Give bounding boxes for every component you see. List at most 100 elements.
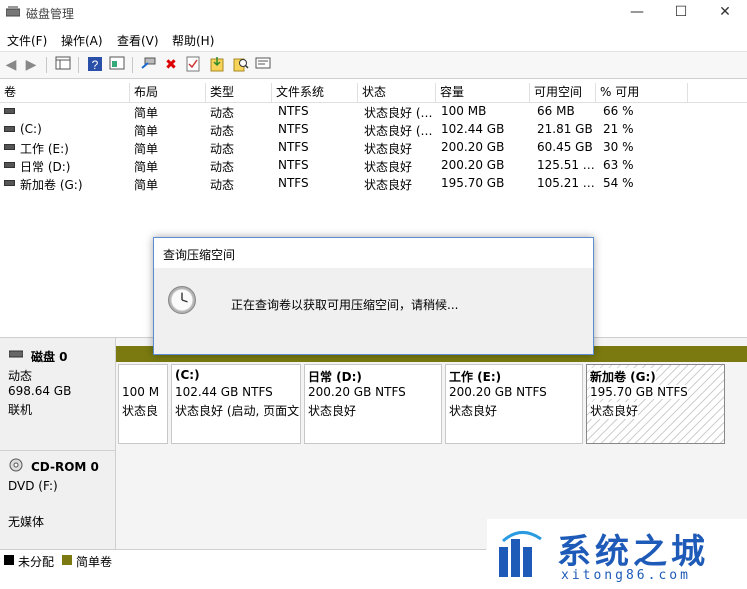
settings-icon[interactable] xyxy=(254,56,272,74)
volume-cell: 21.81 GB xyxy=(537,122,593,136)
partition-size: 200.20 GB NTFS xyxy=(308,385,406,399)
legend-simple-label: 简单卷 xyxy=(76,555,113,569)
menu-help[interactable]: 帮助(H) xyxy=(172,32,214,49)
legend: 未分配 简单卷 xyxy=(0,549,486,570)
volume-cell: 日常 (D:) xyxy=(20,160,71,174)
disk0-type: 动态 xyxy=(8,369,33,383)
volume-row[interactable]: 简单 动态 NTFS 状态良好 (… 100 MB 66 MB 66 % xyxy=(0,103,747,121)
disk0-size: 698.64 GB xyxy=(8,384,72,398)
menu-view[interactable]: 查看(V) xyxy=(117,32,159,49)
volume-cell: 60.45 GB xyxy=(537,140,593,154)
partition-system-reserved[interactable]: 100 M 状态良 xyxy=(118,364,168,444)
partition-size: 195.70 GB NTFS xyxy=(590,385,688,399)
volume-cell: 工作 (E:) xyxy=(20,142,69,156)
partition-size: 100 M xyxy=(122,385,160,399)
title-bar: 磁盘管理 — ☐ ✕ xyxy=(0,0,747,26)
volume-cell: 动态 xyxy=(210,142,235,156)
partition-c[interactable]: (C:) 102.44 GB NTFS 状态良好 (启动, 页面文 xyxy=(171,364,301,444)
disk-management-icon xyxy=(6,6,20,17)
dialog-message: 正在查询卷以获取可用压缩空间，请稍候... xyxy=(231,298,459,312)
menu-file[interactable]: 文件(F) xyxy=(7,32,47,49)
volume-row[interactable]: 日常 (D:) 简单 动态 NTFS 状态良好 200.20 GB 125.51 … 63 % xyxy=(0,157,747,175)
volume-cell: 200.20 GB xyxy=(441,140,505,154)
volume-cell: 125.51 … xyxy=(537,158,595,172)
volume-row[interactable]: (C:) 简单 动态 NTFS 状态良好 (… 102.44 GB 21.81 GB 21 % xyxy=(0,121,747,139)
properties-icon[interactable] xyxy=(108,56,126,74)
window-title: 磁盘管理 xyxy=(26,7,75,21)
col-free-space[interactable]: 可用空间 xyxy=(530,83,596,102)
drive-icon xyxy=(4,126,15,132)
col-type[interactable]: 类型 xyxy=(206,83,272,102)
volume-cell: 动态 xyxy=(210,106,235,120)
volume-cell: 200.20 GB xyxy=(441,158,505,172)
col-layout[interactable]: 布局 xyxy=(130,83,206,102)
volume-cell: 状态良好 xyxy=(364,142,413,156)
cdrom0-drive: DVD (F:) xyxy=(8,479,58,493)
minimize-button[interactable]: — xyxy=(615,0,659,26)
volume-cell: 状态良好 (… xyxy=(364,106,433,120)
partition-d[interactable]: 日常 (D:) 200.20 GB NTFS 状态良好 xyxy=(304,364,442,444)
volume-cell: NTFS xyxy=(278,122,309,136)
help-icon[interactable]: ? xyxy=(86,56,104,74)
menu-bar: 文件(F) 操作(A) 查看(V) 帮助(H) xyxy=(0,28,747,50)
cdrom0-label[interactable]: CD-ROM 0 DVD (F:) 无媒体 xyxy=(0,451,116,551)
list-view-icon[interactable] xyxy=(54,56,72,74)
partition-status: 状态良好 (启动, 页面文 xyxy=(175,404,300,418)
volume-cell: NTFS xyxy=(278,158,309,172)
partition-status: 状态良好 xyxy=(449,404,498,418)
disk-icon xyxy=(9,350,23,358)
volume-cell: 195.70 GB xyxy=(441,176,505,190)
delete-icon[interactable]: ✖ xyxy=(162,56,180,74)
partition-status: 状态良 xyxy=(122,404,159,418)
volume-row[interactable]: 工作 (E:) 简单 动态 NTFS 状态良好 200.20 GB 60.45 GB 30 % xyxy=(0,139,747,157)
toolbar: ◀ ▶ ? ✖ xyxy=(0,51,747,79)
partition-size: 102.44 GB NTFS xyxy=(175,385,273,399)
connect-icon[interactable] xyxy=(140,56,158,74)
volume-cell: 动态 xyxy=(210,124,235,138)
col-capacity[interactable]: 容量 xyxy=(436,83,530,102)
partition-status: 状态良好 xyxy=(590,402,639,419)
watermark-text: 系统之城 xyxy=(557,532,709,572)
legend-unallocated-swatch xyxy=(4,555,14,565)
maximize-button[interactable]: ☐ xyxy=(659,0,703,26)
svg-text:?: ? xyxy=(92,58,99,72)
dialog-title-bar: 查询压缩空间 xyxy=(154,238,593,268)
dialog-title: 查询压缩空间 xyxy=(163,248,236,262)
volume-cell: NTFS xyxy=(278,104,309,118)
col-volume[interactable]: 卷 xyxy=(0,83,130,102)
search-icon[interactable] xyxy=(232,56,250,74)
volume-cell: 状态良好 (… xyxy=(364,124,433,138)
volume-cell: 动态 xyxy=(210,178,235,192)
clock-icon xyxy=(168,286,196,314)
drive-icon xyxy=(4,144,15,150)
volume-cell: 30 % xyxy=(603,140,634,154)
partition-name: 新加卷 (G:) xyxy=(590,368,656,385)
col-filesystem[interactable]: 文件系统 xyxy=(272,83,358,102)
volume-cell: 66 % xyxy=(603,104,634,118)
watermark-url: xitong86.com xyxy=(561,568,691,583)
volume-cell: 54 % xyxy=(603,176,634,190)
drive-icon xyxy=(4,108,15,114)
close-button[interactable]: ✕ xyxy=(703,0,747,26)
back-icon[interactable]: ◀ xyxy=(2,56,20,74)
disk0-label[interactable]: 磁盘 0 动态 698.64 GB 联机 xyxy=(0,338,116,451)
legend-simple-swatch xyxy=(62,555,72,565)
volume-cell: 简单 xyxy=(134,178,159,192)
col-status[interactable]: 状态 xyxy=(358,83,436,102)
volume-cell: 简单 xyxy=(134,142,159,156)
volume-cell: 状态良好 xyxy=(364,160,413,174)
menu-action[interactable]: 操作(A) xyxy=(61,32,103,49)
check-icon[interactable] xyxy=(184,56,202,74)
partition-name: 工作 (E:) xyxy=(449,370,502,384)
volume-cell: 简单 xyxy=(134,160,159,174)
col-percent-free[interactable]: % 可用 xyxy=(596,83,688,102)
import-icon[interactable] xyxy=(208,56,226,74)
partition-e[interactable]: 工作 (E:) 200.20 GB NTFS 状态良好 xyxy=(445,364,583,444)
partition-name: 日常 (D:) xyxy=(308,370,362,384)
forward-icon[interactable]: ▶ xyxy=(22,56,40,74)
volume-row[interactable]: 新加卷 (G:) 简单 动态 NTFS 状态良好 195.70 GB 105.21 … 54 … xyxy=(0,175,747,193)
partition-g-selected[interactable]: 新加卷 (G:) 195.70 GB NTFS 状态良好 xyxy=(586,364,725,444)
volume-cell: 新加卷 (G:) xyxy=(20,178,83,192)
volume-cell: 102.44 GB xyxy=(441,122,505,136)
volume-cell: 100 MB xyxy=(441,104,487,118)
